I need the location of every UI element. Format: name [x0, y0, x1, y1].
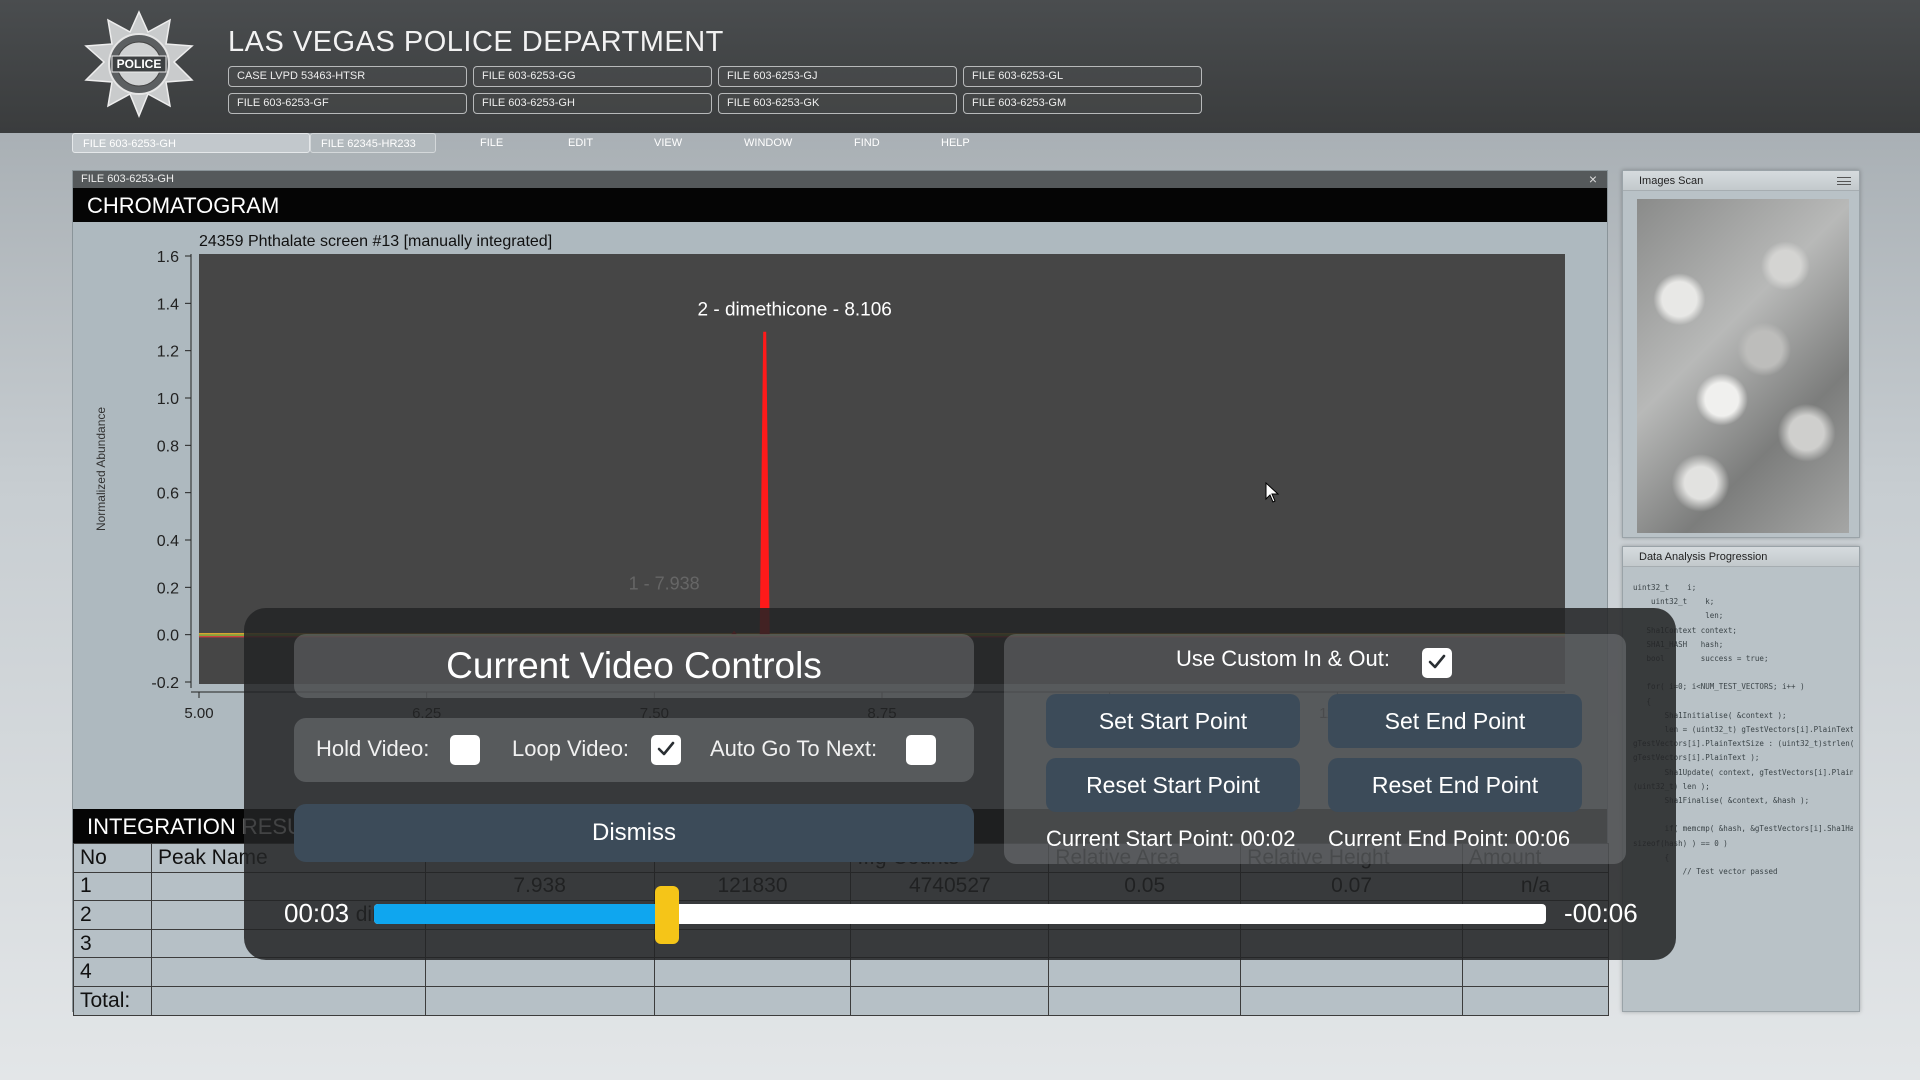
- checkmark-icon: [1428, 654, 1446, 669]
- scrubber-progress: [374, 904, 667, 924]
- images-scan-title: Images Scan: [1623, 171, 1859, 191]
- video-controls-title: Current Video Controls: [294, 634, 974, 698]
- scrubber-handle[interactable]: [655, 886, 679, 944]
- close-icon[interactable]: ×: [1589, 171, 1597, 187]
- police-badge-icon: POLICE: [84, 10, 194, 118]
- window-titlebar: FILE 603-6253-GH ×: [73, 171, 1607, 188]
- file-button-gl[interactable]: FILE 603-6253-GL: [963, 66, 1202, 87]
- y-tick-label: 0.2: [157, 580, 179, 597]
- file-button-gm[interactable]: FILE 603-6253-GM: [963, 93, 1202, 114]
- video-scrubber[interactable]: [374, 904, 1546, 924]
- hold-video-checkbox[interactable]: [450, 735, 480, 765]
- menu-window[interactable]: WINDOW: [744, 137, 792, 149]
- menu-edit[interactable]: EDIT: [568, 137, 593, 149]
- mouse-cursor-icon: [1265, 482, 1279, 503]
- file-button-gh[interactable]: FILE 603-6253-GH: [473, 93, 712, 114]
- current-start-text: Current Start Point: 00:02: [1046, 826, 1296, 851]
- y-tick-label: -0.2: [151, 675, 179, 692]
- chart-title: 24359 Phthalate screen #13 [manually int…: [199, 233, 552, 250]
- table-cell: [653, 957, 852, 987]
- loop-video-label: Loop Video:: [512, 736, 630, 761]
- table-header-cell: No: [73, 843, 152, 873]
- case-button-lvpd[interactable]: CASE LVPD 53463-HTSR: [228, 66, 467, 87]
- images-scan-panel: Images Scan: [1622, 170, 1860, 538]
- custom-in-out-checkbox[interactable]: [1422, 648, 1452, 678]
- table-cell: [1462, 985, 1609, 1016]
- table-cell: [424, 957, 655, 987]
- table-cell: [1048, 985, 1242, 1016]
- table-cell: [1240, 985, 1463, 1016]
- data-analysis-title: Data Analysis Progression: [1623, 547, 1859, 567]
- surface-scan-image: [1637, 199, 1849, 533]
- time-remaining: -00:06: [1564, 898, 1638, 928]
- dismiss-button[interactable]: Dismiss: [294, 804, 974, 862]
- custom-in-out-panel: Use Custom In & Out: Set Start Point Set…: [1004, 634, 1626, 864]
- y-tick-label: 1.0: [157, 391, 179, 408]
- table-cell: [850, 957, 1050, 987]
- loop-video-checkbox[interactable]: [651, 735, 681, 765]
- table-cell: 2: [73, 900, 152, 930]
- y-tick-label: 1.6: [157, 249, 179, 266]
- app-header: POLICE LAS VEGAS POLICE DEPARTMENT CASE …: [0, 0, 1920, 133]
- y-tick-label: 0.6: [157, 486, 179, 503]
- table-cell: 4: [73, 957, 152, 987]
- y-tick-label: 0.0: [157, 628, 179, 645]
- table-cell: [850, 985, 1050, 1016]
- table-cell: [1048, 957, 1242, 987]
- window-title: FILE 603-6253-GH: [81, 173, 174, 185]
- x-tick-label: 5.00: [184, 705, 213, 722]
- table-row[interactable]: Total:: [73, 985, 1609, 1016]
- table-cell: [424, 985, 655, 1016]
- tab-file-hr233[interactable]: FILE 62345-HR233: [310, 133, 436, 153]
- peak-label: 1 - 7.938: [629, 574, 700, 594]
- y-tick-label: 0.8: [157, 438, 179, 455]
- menu-help[interactable]: HELP: [941, 137, 970, 149]
- auto-next-label: Auto Go To Next:: [710, 736, 878, 761]
- y-axis-label: Normalized Abundance: [94, 407, 108, 531]
- peak-label: 2 - dimethicone - 8.106: [698, 300, 892, 321]
- reset-start-button[interactable]: Reset Start Point: [1046, 758, 1300, 812]
- file-button-gk[interactable]: FILE 603-6253-GK: [718, 93, 957, 114]
- chromatogram-heading: CHROMATOGRAM: [73, 188, 1607, 222]
- hold-video-label: Hold Video:: [316, 736, 430, 761]
- panel-menu-icon[interactable]: [1837, 177, 1851, 185]
- y-tick-label: 0.4: [157, 533, 179, 550]
- auto-next-checkbox[interactable]: [906, 735, 936, 765]
- table-cell: [150, 957, 426, 987]
- table-cell: [1462, 957, 1609, 987]
- current-end-text: Current End Point: 00:06: [1328, 826, 1571, 851]
- set-end-button[interactable]: Set End Point: [1328, 694, 1582, 748]
- y-tick-label: 1.4: [157, 296, 179, 313]
- table-cell: [150, 985, 426, 1016]
- menu-file[interactable]: FILE: [480, 137, 503, 149]
- table-cell: 3: [73, 928, 152, 959]
- table-cell: 1: [73, 871, 152, 902]
- reset-end-button[interactable]: Reset End Point: [1328, 758, 1582, 812]
- menu-bar: FILE 603-6253-GH FILE 62345-HR233 FILE E…: [0, 133, 1920, 155]
- department-title: LAS VEGAS POLICE DEPARTMENT: [228, 26, 724, 58]
- file-button-gj[interactable]: FILE 603-6253-GJ: [718, 66, 957, 87]
- checkmark-icon: [657, 741, 675, 756]
- file-button-gf[interactable]: FILE 603-6253-GF: [228, 93, 467, 114]
- tab-file-gh[interactable]: FILE 603-6253-GH: [72, 133, 310, 153]
- file-button-gg[interactable]: FILE 603-6253-GG: [473, 66, 712, 87]
- video-controls-overlay: Current Video Controls Hold Video: Loop …: [244, 608, 1676, 960]
- menu-view[interactable]: VIEW: [654, 137, 682, 149]
- table-cell: [653, 985, 852, 1016]
- time-elapsed: 00:03: [284, 898, 350, 928]
- video-toggles-row: Hold Video: Loop Video: Auto Go To Next:: [294, 718, 974, 782]
- table-cell: Total:: [73, 985, 152, 1016]
- set-start-button[interactable]: Set Start Point: [1046, 694, 1300, 748]
- table-cell: [1240, 957, 1463, 987]
- svg-text:POLICE: POLICE: [117, 57, 162, 71]
- table-row[interactable]: 4: [73, 957, 1609, 987]
- menu-find[interactable]: FIND: [854, 137, 880, 149]
- y-tick-label: 1.2: [157, 344, 179, 361]
- custom-in-out-label: Use Custom In & Out:: [1176, 646, 1390, 671]
